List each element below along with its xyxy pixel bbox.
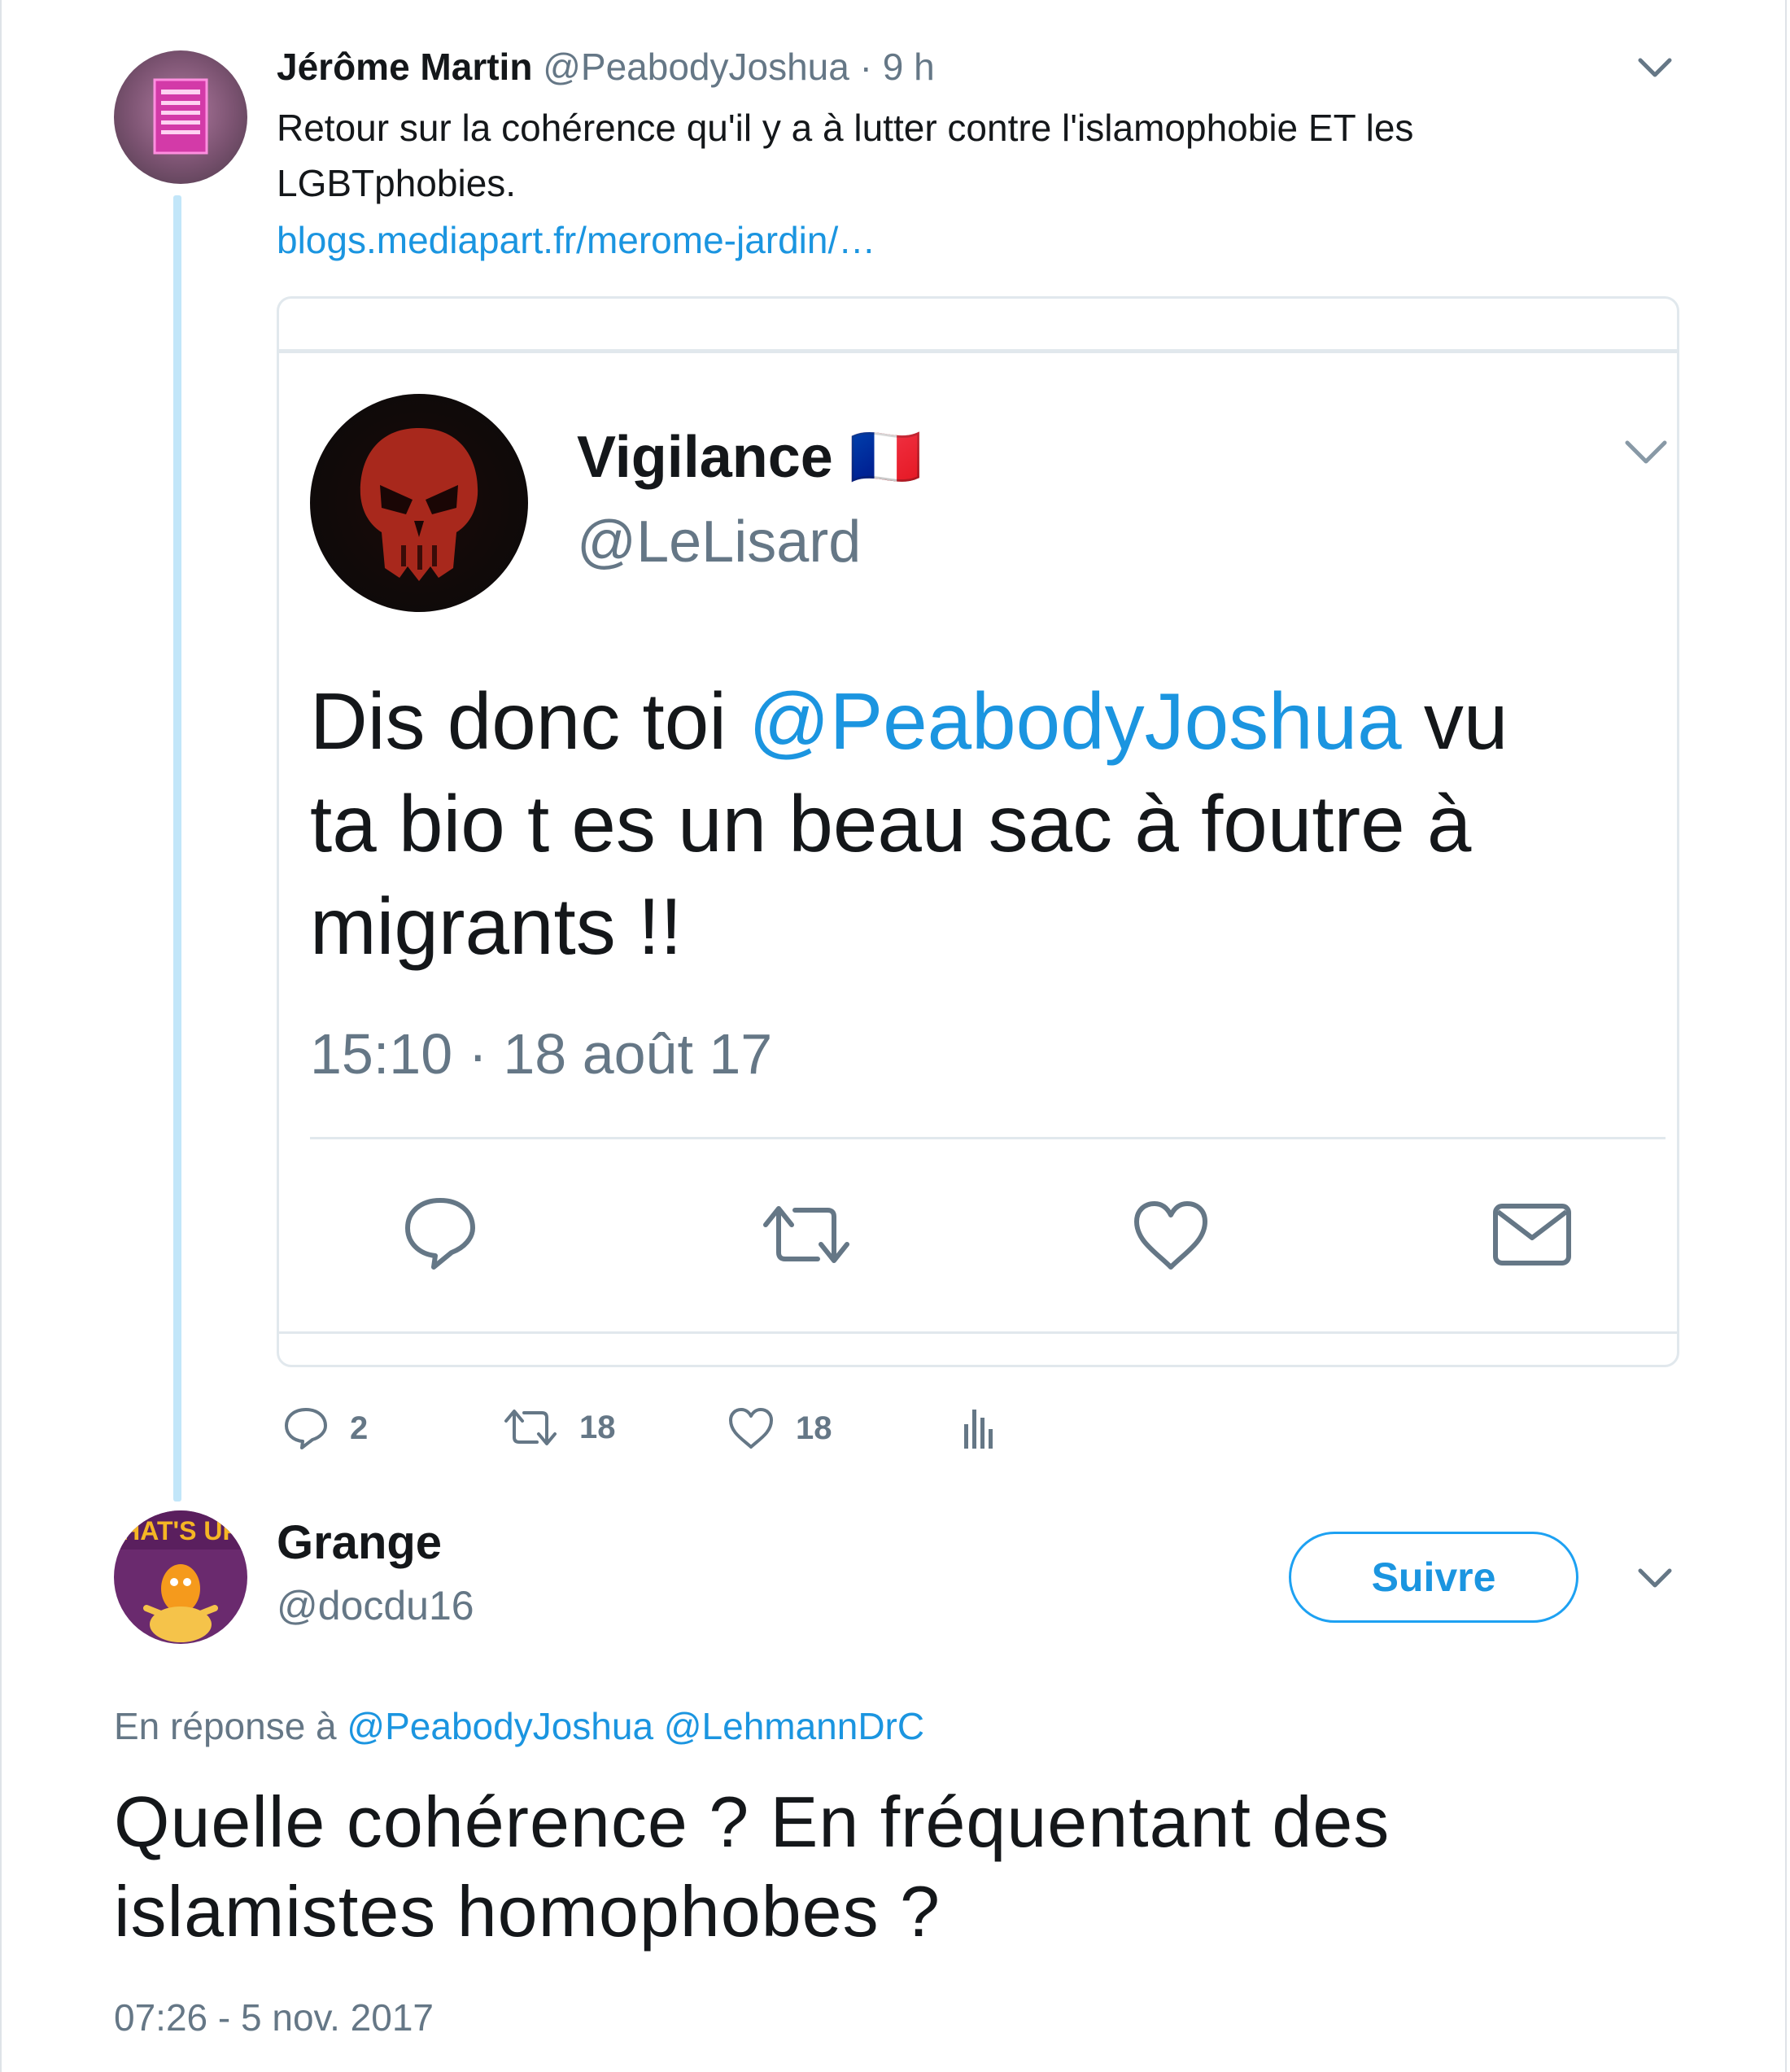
tweet-time[interactable]: · 9 h <box>860 46 935 88</box>
embed-top-bar <box>279 299 1677 353</box>
author-handle[interactable]: @PeabodyJoshua <box>543 46 849 88</box>
like-action[interactable]: 18 <box>727 1406 832 1450</box>
retweet-icon[interactable] <box>503 1408 558 1447</box>
embed-text-part: vu <box>1401 676 1508 766</box>
grange-avatar[interactable]: HAT'S UP <box>114 1510 247 1644</box>
embedded-tweet-card[interactable]: Vigilance 🇫🇷 @LeLisard Dis donc toi @Pea… <box>277 296 1679 1367</box>
reply-action[interactable]: 2 <box>283 1406 368 1450</box>
reply-icon[interactable] <box>283 1406 329 1450</box>
reply-count: 2 <box>350 1410 369 1446</box>
tweet-link[interactable]: blogs.mediapart.fr/merome-jardin/… <box>277 218 875 262</box>
embed-mention-link[interactable]: @PeabodyJoshua <box>749 676 1401 766</box>
direct-message-icon[interactable] <box>1491 1202 1573 1267</box>
embed-author-handle[interactable]: @LeLisard <box>577 509 861 575</box>
reply-mention-link[interactable]: @PeabodyJoshua <box>347 1705 653 1747</box>
avatar-sign-image <box>153 78 208 155</box>
embed-separator <box>310 1137 1666 1139</box>
embed-author-name[interactable]: Vigilance <box>577 425 833 490</box>
analytics-icon[interactable] <box>962 1406 994 1450</box>
retweet-count: 18 <box>579 1409 616 1445</box>
chevron-down-icon[interactable] <box>1637 1566 1673 1590</box>
chevron-down-icon[interactable] <box>1623 437 1669 466</box>
retweet-action[interactable]: 18 <box>503 1408 616 1447</box>
in-reply-prefix: En réponse à <box>114 1705 347 1747</box>
reply-mention-link[interactable]: @LehmannDrC <box>664 1705 924 1747</box>
author-name[interactable]: Jérôme Martin <box>277 46 532 88</box>
in-reply-to-line: En réponse à @PeabodyJoshua @LehmannDrC <box>114 1704 924 1748</box>
tweet-header: Jérôme Martin @PeabodyJoshua · 9 h <box>277 45 935 89</box>
embed-text-line3: migrants !! <box>310 881 683 971</box>
vigilance-avatar[interactable] <box>310 394 528 612</box>
embed-bottom-bar <box>279 1331 1677 1365</box>
embed-text-part: Dis donc toi <box>310 676 749 766</box>
reply-author-handle[interactable]: @docdu16 <box>277 1582 474 1629</box>
reply-text-line2: islamistes homophobes ? <box>114 1871 941 1952</box>
like-count: 18 <box>796 1410 832 1446</box>
reply-author-name[interactable]: Grange <box>277 1515 442 1570</box>
skull-image <box>360 428 478 581</box>
tweet-text-line1: Retour sur la cohérence qu'il y a à lutt… <box>277 107 1414 149</box>
embed-timestamp: 15:10 · 18 août 17 <box>310 1022 773 1086</box>
thread-connector-line <box>173 195 181 1502</box>
heart-icon[interactable] <box>727 1406 775 1450</box>
reply-icon[interactable] <box>401 1196 479 1270</box>
embed-text-line2: ta bio t es un beau sac à foutre à <box>310 779 1472 868</box>
heart-icon[interactable] <box>1132 1199 1210 1272</box>
tweet-text-line2: LGBTphobies. <box>277 162 517 204</box>
chevron-down-icon[interactable] <box>1637 55 1673 80</box>
author-avatar[interactable] <box>114 50 247 184</box>
embed-author-line: Vigilance 🇫🇷 <box>577 422 923 492</box>
reply-text-line1: Quelle cohérence ? En fréquentant des <box>114 1781 1391 1862</box>
flag-icon: 🇫🇷 <box>849 425 923 490</box>
follow-button[interactable]: Suivre <box>1289 1532 1578 1623</box>
embed-text-line1: Dis donc toi @PeabodyJoshua vu <box>310 681 1508 761</box>
avatar-cartoon-image: HAT'S UP <box>114 1510 247 1642</box>
retweet-icon[interactable] <box>759 1202 854 1267</box>
reply-timestamp[interactable]: 07:26 - 5 nov. 2017 <box>114 1996 434 2039</box>
